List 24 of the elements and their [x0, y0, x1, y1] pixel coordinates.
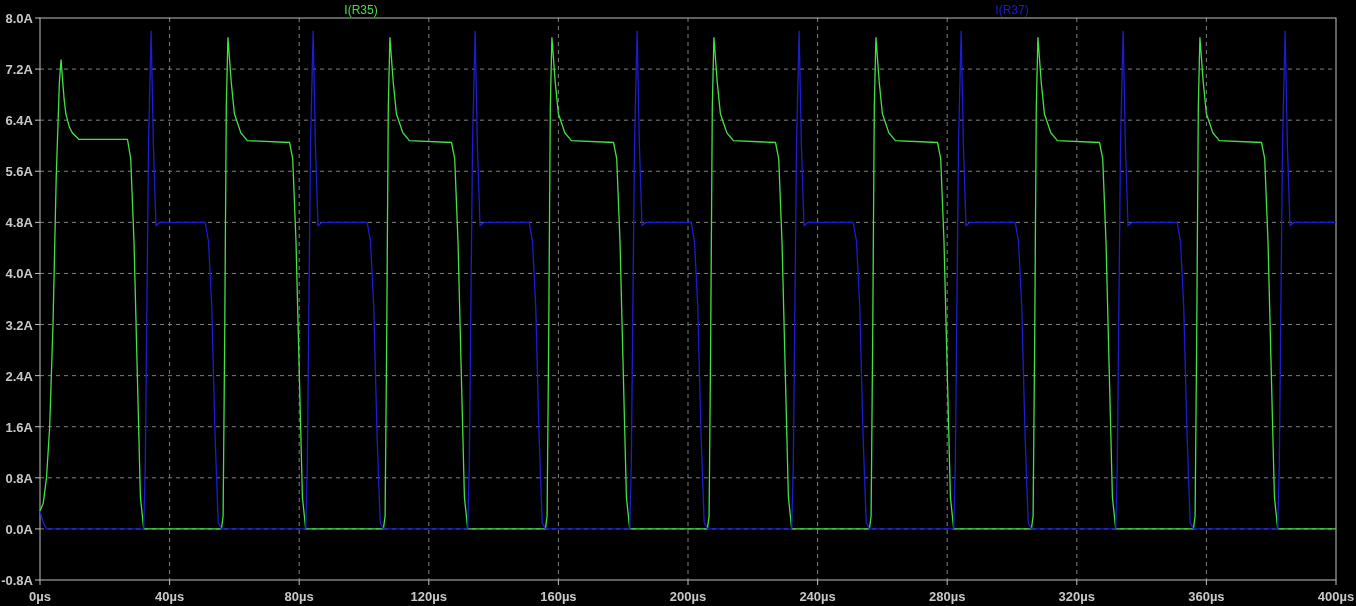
y-tick-label: 4.8A — [5, 215, 33, 231]
y-tick-label: 1.6A — [5, 419, 33, 435]
x-tick-label: 240µs — [799, 589, 836, 604]
y-tick-label: 5.6A — [5, 164, 33, 180]
x-tick-label: 360µs — [1188, 589, 1225, 604]
x-tick-label: 160µs — [540, 589, 577, 604]
x-tick-label: 200µs — [669, 589, 707, 604]
y-tick-label: 0.8A — [5, 470, 33, 486]
x-tick-label: 400µs — [1317, 589, 1355, 604]
y-tick-label: 7.2A — [5, 62, 33, 78]
x-tick-label: 40µs — [155, 589, 185, 604]
trace-label[interactable]: I(R35) — [344, 3, 378, 17]
y-tick-label: -0.8A — [1, 573, 33, 588]
y-tick-label: 6.4A — [5, 113, 33, 129]
x-tick-label: 0µs — [29, 589, 51, 604]
y-tick-label: 0.0A — [5, 521, 33, 537]
x-tick-label: 120µs — [410, 589, 447, 604]
y-tick-label: 8.0A — [5, 11, 33, 26]
x-tick-label: 80µs — [284, 589, 314, 604]
x-tick-label: 280µs — [929, 589, 966, 604]
x-tick-label: 320µs — [1058, 589, 1095, 604]
y-tick-label: 4.0A — [5, 266, 33, 282]
y-tick-label: 2.4A — [5, 368, 33, 384]
y-tick-label: 3.2A — [5, 317, 33, 333]
